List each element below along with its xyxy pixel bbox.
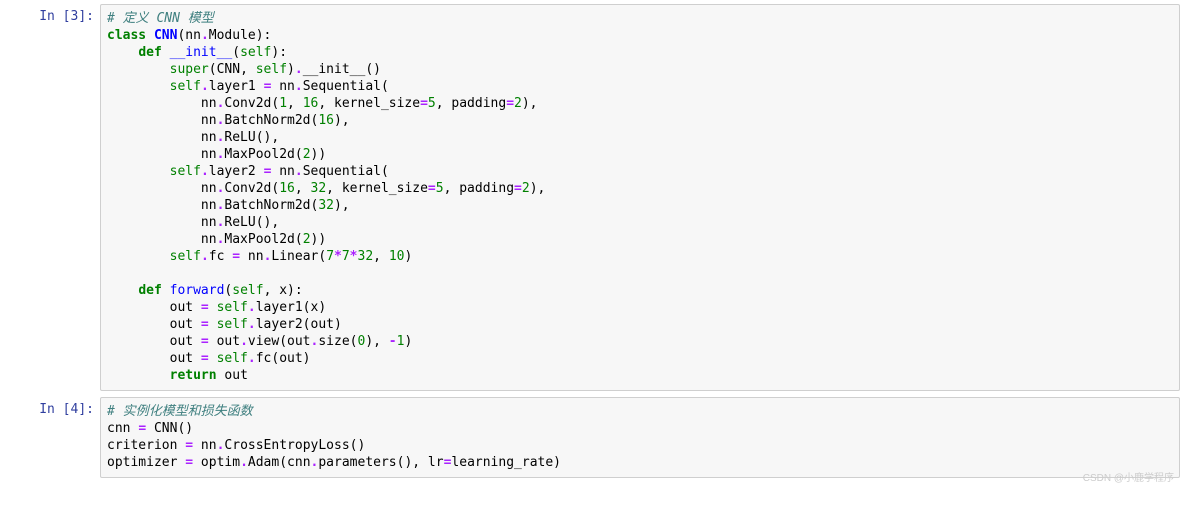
- code-input-area[interactable]: # 实例化模型和损失函数 cnn = CNN() criterion = nn.…: [100, 397, 1180, 478]
- input-prompt: In [4]:: [4, 397, 100, 478]
- input-prompt: In [3]:: [4, 4, 100, 391]
- code-cell: In [4]:# 实例化模型和损失函数 cnn = CNN() criterio…: [4, 397, 1180, 478]
- code-content[interactable]: # 定义 CNN 模型 class CNN(nn.Module): def __…: [107, 10, 1173, 384]
- code-cell: In [3]:# 定义 CNN 模型 class CNN(nn.Module):…: [4, 4, 1180, 391]
- watermark: CSDN @小鹿学程序: [1083, 469, 1174, 484]
- code-content[interactable]: # 实例化模型和损失函数 cnn = CNN() criterion = nn.…: [107, 403, 1173, 471]
- code-input-area[interactable]: # 定义 CNN 模型 class CNN(nn.Module): def __…: [100, 4, 1180, 391]
